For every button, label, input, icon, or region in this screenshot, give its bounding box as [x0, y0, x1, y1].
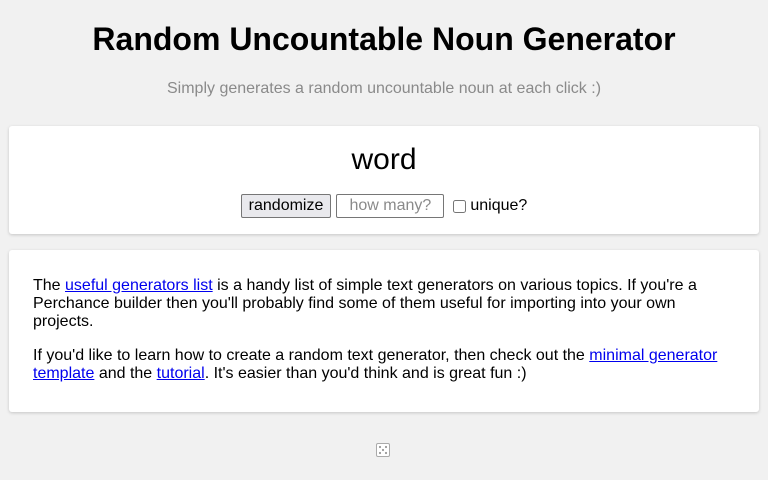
randomize-button[interactable]: randomize [240, 194, 332, 218]
generated-word: word [351, 143, 417, 176]
useful-generators-list-link[interactable]: useful generators list [65, 277, 213, 294]
info-p2-text-before: If you'd like to learn how to create a r… [33, 347, 590, 364]
unique-checkbox[interactable] [453, 199, 467, 213]
page: Random Uncountable Noun Generator Simply… [0, 0, 768, 480]
info-paragraph-2: If you'd like to learn how to create a r… [33, 347, 733, 383]
info-p2-text-after: . It's easier than you'd think and is gr… [204, 365, 527, 382]
info-text: The useful generators list is a handy li… [33, 277, 733, 399]
generator-controls: randomize unique? [9, 194, 759, 218]
tutorial-link[interactable]: tutorial [157, 365, 205, 382]
page-subtitle: Simply generates a random uncountable no… [166, 80, 602, 97]
dice-icon[interactable] [376, 443, 390, 457]
how-many-input[interactable] [336, 194, 445, 218]
info-card: The useful generators list is a handy li… [9, 250, 759, 412]
info-paragraph-1: The useful generators list is a handy li… [33, 277, 733, 331]
info-p2-text-mid: and the [94, 365, 157, 382]
unique-label: unique? [470, 197, 528, 214]
generator-card: word randomize unique? [9, 126, 759, 234]
page-title: Random Uncountable Noun Generator [92, 21, 676, 57]
info-p1-text-before: The [33, 277, 66, 294]
